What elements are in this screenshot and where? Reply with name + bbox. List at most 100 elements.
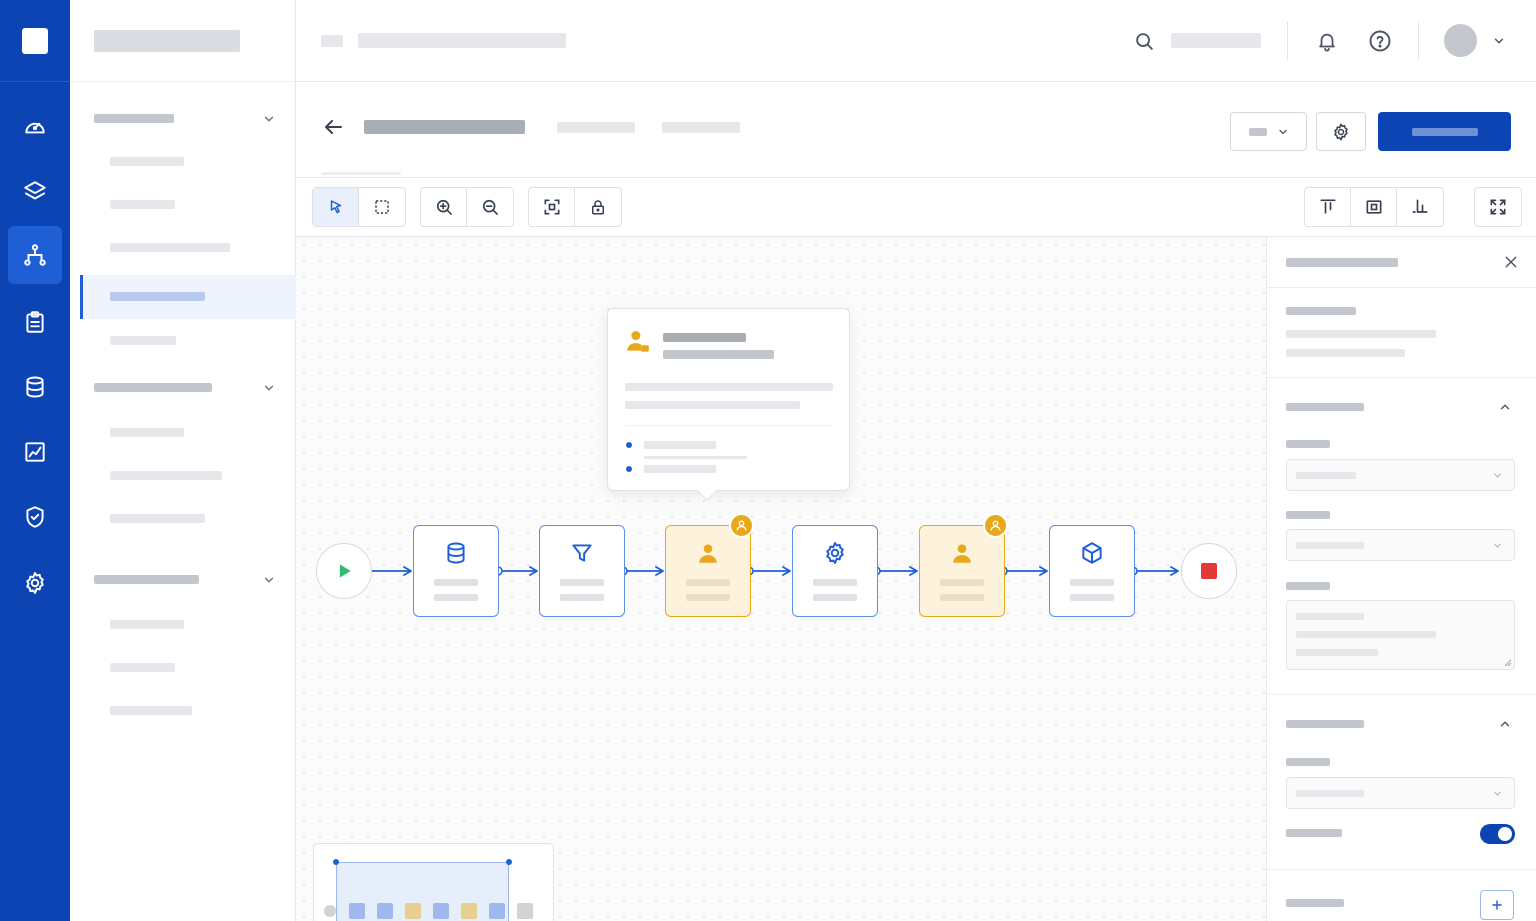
search-input[interactable] xyxy=(1171,33,1261,48)
start-node[interactable] xyxy=(316,543,372,599)
viewport-handle[interactable] xyxy=(333,859,339,865)
workspace-name xyxy=(94,30,240,52)
popover-list-item xyxy=(644,441,716,449)
chevron-down-icon xyxy=(1494,791,1501,796)
viewport-handle[interactable] xyxy=(506,859,512,865)
align-bottom-button[interactable] xyxy=(1397,188,1443,226)
sidebar-group-title[interactable] xyxy=(94,383,212,392)
toggle-switch[interactable] xyxy=(1480,824,1515,844)
nav-rail xyxy=(0,0,70,921)
gear-icon xyxy=(26,572,44,594)
fit-view-button[interactable] xyxy=(529,188,575,226)
panel-label xyxy=(1286,307,1356,315)
select-value xyxy=(1296,542,1364,549)
sidebar-item[interactable] xyxy=(110,428,184,437)
select-value xyxy=(1296,790,1364,797)
minimap-node xyxy=(405,903,421,919)
dropdown-button[interactable] xyxy=(1230,112,1307,151)
sidebar xyxy=(70,0,296,921)
select-value xyxy=(1296,472,1356,479)
sidebar-item[interactable] xyxy=(110,200,175,209)
sidebar-group-title[interactable] xyxy=(94,575,199,584)
page-title xyxy=(364,120,525,134)
pointer-icon xyxy=(330,200,341,214)
back-arrow-icon[interactable] xyxy=(321,115,345,139)
center-button[interactable] xyxy=(1351,188,1397,226)
progress-track xyxy=(644,456,747,459)
resize-handle-icon[interactable] xyxy=(1504,659,1512,667)
end-node[interactable] xyxy=(1181,543,1237,599)
select-field[interactable] xyxy=(1286,777,1515,809)
rail-item-workflows[interactable] xyxy=(8,226,62,284)
section-title[interactable] xyxy=(1286,720,1364,728)
flow-node-human-task[interactable] xyxy=(919,525,1005,617)
help-icon[interactable] xyxy=(1368,29,1392,53)
close-icon[interactable] xyxy=(1503,254,1519,270)
settings-button[interactable] xyxy=(1316,112,1366,151)
app-logo[interactable] xyxy=(22,28,48,54)
section-title[interactable] xyxy=(1286,403,1364,411)
minimap[interactable] xyxy=(313,843,554,921)
primary-action-button[interactable] xyxy=(1378,112,1511,151)
zoom-out-button[interactable] xyxy=(467,188,513,226)
rail-item-analytics[interactable] xyxy=(8,423,62,481)
node-sublabel xyxy=(813,594,857,601)
sidebar-item[interactable] xyxy=(110,243,230,252)
rail-item-tasks[interactable] xyxy=(8,293,62,351)
lock-button[interactable] xyxy=(575,188,621,226)
fullscreen-button[interactable] xyxy=(1475,188,1521,226)
zoom-in-button[interactable] xyxy=(421,188,467,226)
zoom-in-icon xyxy=(436,199,452,215)
sidebar-item-active[interactable] xyxy=(80,275,296,319)
node-sublabel xyxy=(560,594,604,601)
flow-node-filter[interactable] xyxy=(539,525,625,617)
box-icon xyxy=(1082,542,1102,564)
flow-node-human-task[interactable] xyxy=(665,525,751,617)
page-meta xyxy=(662,122,740,133)
rail-item-data[interactable] xyxy=(8,358,62,416)
sidebar-item[interactable] xyxy=(110,706,192,715)
sidebar-item[interactable] xyxy=(110,336,176,345)
avatar[interactable] xyxy=(1444,24,1477,57)
select-field[interactable] xyxy=(1286,459,1515,491)
textarea-field[interactable] xyxy=(1286,600,1515,670)
chevron-down-icon[interactable] xyxy=(262,381,276,395)
node-sublabel xyxy=(1070,594,1114,601)
sidebar-divider xyxy=(70,81,296,82)
canvas-toolbar xyxy=(296,178,1536,237)
node-label xyxy=(434,579,478,586)
sidebar-group-title[interactable] xyxy=(94,114,174,123)
node-label xyxy=(686,579,730,586)
flow-node-database[interactable] xyxy=(413,525,499,617)
breadcrumb-icon xyxy=(321,35,343,47)
field-label xyxy=(1286,511,1330,519)
flow-node-process[interactable] xyxy=(792,525,878,617)
add-button[interactable] xyxy=(1480,890,1514,920)
chevron-up-icon[interactable] xyxy=(1498,717,1512,731)
sidebar-item[interactable] xyxy=(110,620,184,629)
minimap-node xyxy=(461,903,477,919)
sidebar-item[interactable] xyxy=(110,157,184,166)
sidebar-item[interactable] xyxy=(110,514,205,523)
rail-item-dashboard[interactable] xyxy=(8,98,62,156)
rail-item-settings[interactable] xyxy=(8,554,62,612)
bell-icon[interactable] xyxy=(1316,29,1338,53)
align-top-button[interactable] xyxy=(1305,188,1351,226)
rail-item-security[interactable] xyxy=(8,488,62,546)
sidebar-item[interactable] xyxy=(110,663,175,672)
flow-node-package[interactable] xyxy=(1049,525,1135,617)
breadcrumb[interactable] xyxy=(358,33,566,48)
chevron-down-icon[interactable] xyxy=(262,112,276,126)
header-divider xyxy=(1287,22,1288,60)
pointer-tool[interactable] xyxy=(313,188,359,226)
sidebar-item[interactable] xyxy=(110,471,222,480)
chevron-down-icon[interactable] xyxy=(262,573,276,587)
search-icon[interactable] xyxy=(1133,30,1155,52)
panel-title xyxy=(1286,258,1398,267)
node-sublabel xyxy=(434,594,478,601)
marquee-tool[interactable] xyxy=(359,188,405,226)
chevron-up-icon[interactable] xyxy=(1498,400,1512,414)
select-field[interactable] xyxy=(1286,529,1515,561)
chevron-down-icon[interactable] xyxy=(1492,34,1506,48)
rail-item-layers[interactable] xyxy=(8,163,62,221)
